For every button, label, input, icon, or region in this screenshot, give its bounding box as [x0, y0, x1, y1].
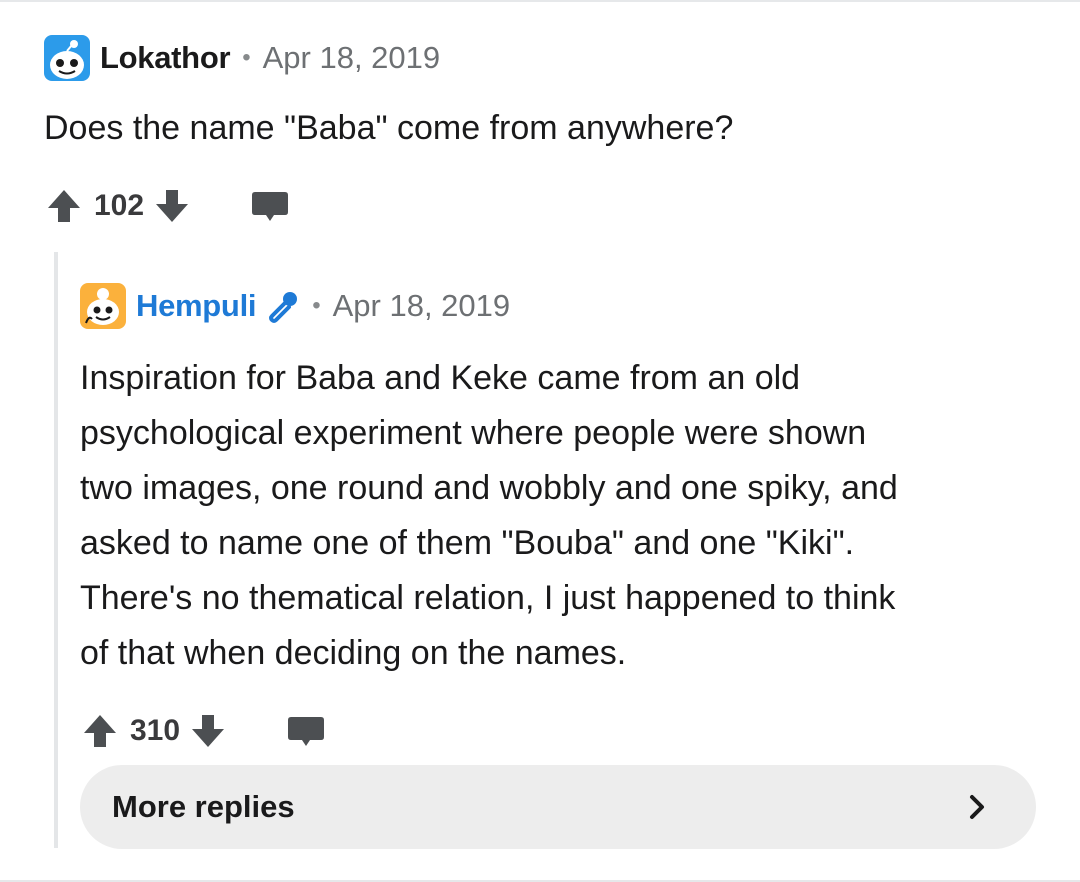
reply-timestamp: Apr 18, 2019	[332, 288, 511, 323]
comment-body: Does the name "Baba" come from anywhere?	[44, 109, 734, 147]
comment-thread: Lokathor • Apr 18, 2019 Does the name "B…	[0, 0, 1080, 882]
upvote-arrow-icon[interactable]	[80, 711, 120, 751]
reply-header: Hempuli • Apr 18, 2019	[80, 282, 510, 330]
downvote-arrow-icon[interactable]	[188, 711, 228, 751]
reply-body-line: There's no thematical relation, I just h…	[80, 579, 896, 617]
downvote-arrow-icon[interactable]	[152, 186, 192, 226]
speech-bubble-icon[interactable]	[250, 186, 290, 226]
more-replies-button[interactable]: More replies	[80, 765, 1036, 849]
reply-body-line: of that when deciding on the names.	[80, 634, 627, 672]
reply-body-line: two images, one round and wobbly and one…	[80, 469, 898, 507]
upvote-arrow-icon[interactable]	[44, 186, 84, 226]
thread-line[interactable]	[54, 252, 58, 848]
comment-timestamp: Apr 18, 2019	[262, 40, 441, 75]
snoo-avatar-orange-icon[interactable]	[80, 283, 126, 329]
reply-actions: 310	[80, 709, 326, 753]
reply-body: Inspiration for Baba and Keke came from …	[80, 351, 898, 681]
reply-author[interactable]: Hempuli	[136, 288, 257, 324]
chevron-right-icon	[970, 795, 984, 819]
more-replies-label: More replies	[112, 789, 295, 824]
reply-body-line: psychological experiment where people we…	[80, 414, 867, 452]
snoo-avatar-blue-icon[interactable]	[44, 35, 90, 81]
reply-score: 310	[130, 714, 181, 747]
comment-score: 102	[94, 189, 145, 222]
meta-separator: •	[242, 44, 251, 71]
meta-separator: •	[312, 292, 321, 319]
speech-bubble-icon[interactable]	[286, 711, 326, 751]
comment-actions: 102	[44, 184, 290, 228]
comment-header: Lokathor • Apr 18, 2019	[44, 34, 440, 82]
comment-author[interactable]: Lokathor	[100, 40, 231, 76]
microphone-icon	[269, 292, 298, 323]
reply-body-line: asked to name one of them "Bouba" and on…	[80, 524, 855, 562]
reply-body-line: Inspiration for Baba and Keke came from …	[80, 359, 801, 397]
